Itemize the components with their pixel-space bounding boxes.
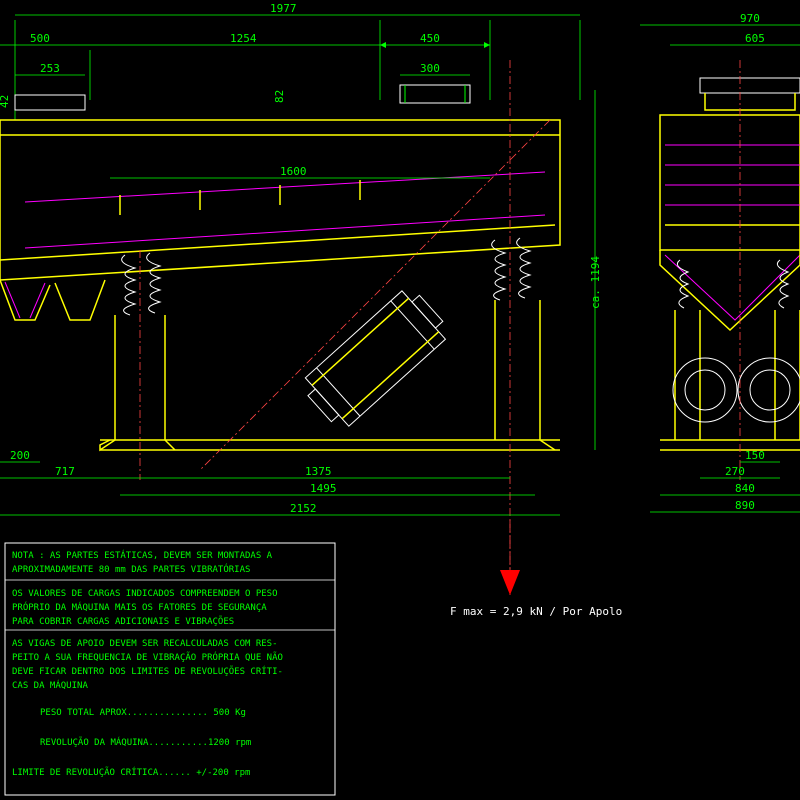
note-3c: DEVE FICAR DENTRO DOS LIMITES DE REVOLUÇ… [12,665,283,677]
dim-top-overall: 1977 [270,2,297,15]
dim-605: 605 [745,32,765,45]
cad-drawing: 1977 500 1254 450 253 42 82 300 1600 [0,0,800,800]
note-1a: NOTA : AS PARTES ESTÁTICAS, DEVEM SER MO… [12,549,273,561]
note-rpm: REVOLUÇÃO DA MÁQUINA...........1200 rpm [40,736,251,748]
note-2c: PARA COBRIR CARGAS ADICIONAIS E VIBRAÇÕE… [12,615,234,627]
dim-sub-left: 253 [40,62,60,75]
dim-height: ca. 1194 [589,256,602,309]
dim-bot-l: 717 [55,465,75,478]
spring-left [122,253,160,315]
force-arrow-icon [500,570,520,595]
dim-h1: 42 [0,95,11,108]
note-3d: CAS DA MÁQUINA [12,679,88,691]
dim-150: 150 [745,449,765,462]
force-label: F max = 2,9 kN / Por Apolo [450,605,622,618]
note-1b: APROXIMADAMENTE 80 mm DAS PARTES VIBRATÓ… [12,563,250,575]
dim-970: 970 [740,12,760,25]
dim-2152: 2152 [290,502,317,515]
dim-890: 890 [735,499,755,512]
dim-1495: 1495 [310,482,337,495]
side-elevation: 1977 500 1254 450 253 42 82 300 1600 [0,2,622,618]
drive-motor [298,284,453,433]
note-critical: LIMITE DE REVOLUÇÃO CRÍTICA...... +/-200… [12,766,250,778]
dim-840: 840 [735,482,755,495]
dim-top-center: 1254 [230,32,257,45]
dim-h2: 82 [273,90,286,103]
end-elevation: 970 605 150 270 840 890 [640,12,800,512]
note-3b: PEITO A SUA FREQUENCIA DE VIBRAÇÃO PRÓPR… [12,651,283,663]
dim-1375: 1375 [305,465,332,478]
dim-top-left: 500 [30,32,50,45]
dim-mid: 1600 [280,165,307,178]
dim-270: 270 [725,465,745,478]
dim-200: 200 [10,449,30,462]
note-weight: PESO TOTAL APROX............... 500 Kg [40,708,246,718]
dim-sub-right: 300 [420,62,440,75]
notes-block: NOTA : AS PARTES ESTÁTICAS, DEVEM SER MO… [5,543,335,795]
dim-slot: 450 [420,32,440,45]
note-2a: OS VALORES DE CARGAS INDICADOS COMPREEND… [12,589,278,599]
note-3a: AS VIGAS DE APOIO DEVEM SER RECALCULADAS… [12,639,278,649]
note-2b: PRÓPRIO DA MÁQUINA MAIS OS FATORES DE SE… [12,601,267,613]
